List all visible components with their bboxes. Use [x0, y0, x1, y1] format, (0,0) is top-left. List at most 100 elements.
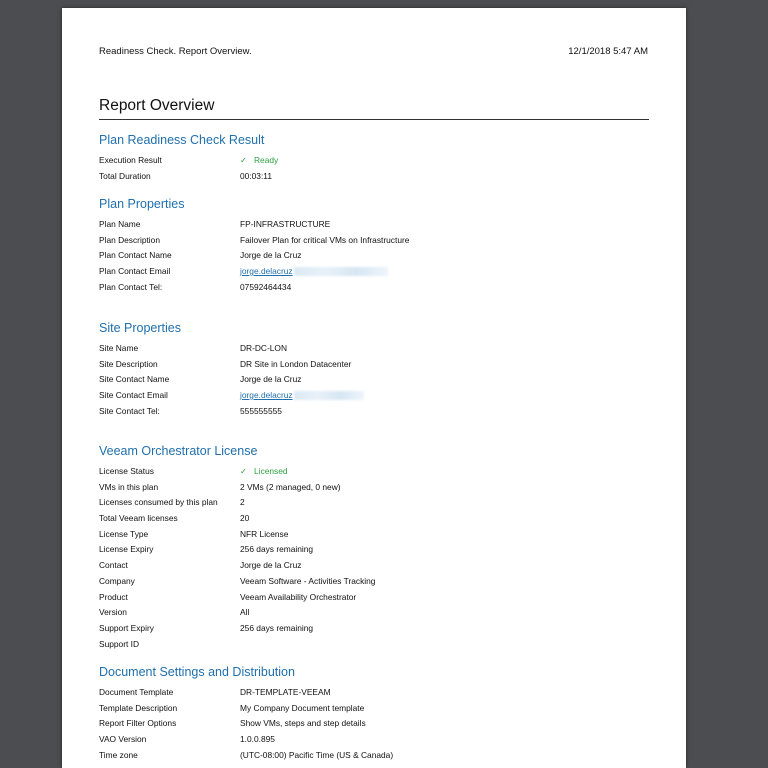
row-value: Jorge de la Cruz	[240, 250, 302, 261]
row-label: License Status	[99, 466, 154, 476]
row-label: Support ID	[99, 638, 140, 649]
table-row: Execution Result ✓ Ready	[99, 153, 659, 169]
row-value: DR-DC-LON	[240, 343, 287, 353]
table-row: Site Contact Tel: 555555555	[99, 404, 659, 420]
report-header-title: Readiness Check. Report Overview.	[99, 46, 252, 57]
site-contact-email-link[interactable]: jorge.delacruz	[240, 390, 293, 400]
table-row: Contact Jorge de la Cruz	[99, 558, 659, 574]
redacted-blur	[293, 267, 388, 277]
table-row: Plan Name FP-INFRASTRUCTURE	[99, 217, 659, 233]
row-value: 20	[240, 513, 250, 524]
table-row: Site Name DR-DC-LON	[99, 341, 659, 357]
row-label: Contact	[99, 560, 128, 571]
row-label: Version	[99, 607, 127, 618]
row-value: 07592464434	[240, 281, 292, 292]
report-page: Readiness Check. Report Overview. 12/1/2…	[62, 8, 686, 768]
report-timestamp: 12/1/2018 5:47 AM	[568, 46, 648, 57]
table-row: Report Filter Options Show VMs, steps an…	[99, 716, 659, 732]
page-header: Readiness Check. Report Overview. 12/1/2…	[99, 46, 648, 57]
row-label: Report Filter Options	[99, 718, 177, 729]
row-value: 00:03:11	[240, 170, 272, 181]
table-row: Template Description My Company Document…	[99, 701, 659, 717]
section-license: Veeam Orchestrator License License Statu…	[99, 443, 659, 652]
site-contact-email-value: jorge.delacruz	[240, 388, 364, 404]
section-site-properties: Site Properties Site Name DR-DC-LON Site…	[99, 320, 659, 419]
row-value: 555555555	[240, 405, 282, 416]
row-label: Plan Description	[99, 234, 160, 245]
row-label: Site Contact Name	[99, 374, 170, 385]
row-value: Jorge de la Cruz	[240, 374, 302, 385]
row-label: Total Veeam licenses	[99, 513, 178, 524]
row-value: 2	[240, 497, 245, 508]
row-label: Template Description	[99, 702, 178, 713]
row-label: Licenses consumed by this plan	[99, 497, 218, 508]
table-row: License Type NFR License	[99, 527, 659, 543]
row-value: Licensed	[254, 466, 288, 476]
table-row: Support Expiry 256 days remaining	[99, 621, 659, 637]
license-status-value: ✓ Licensed	[240, 464, 288, 480]
table-row: Total Duration 00:03:11	[99, 169, 659, 185]
row-label: Execution Result	[99, 155, 162, 165]
row-label: Plan Name	[99, 219, 141, 229]
row-label: Company	[99, 575, 135, 586]
table-row: Total Veeam licenses 20	[99, 511, 659, 527]
check-icon: ✓	[240, 155, 248, 165]
row-label: Site Contact Email	[99, 390, 168, 401]
plan-contact-email-link[interactable]: jorge.delacruz	[240, 266, 293, 276]
row-label: License Expiry	[99, 544, 154, 555]
row-value: Ready	[254, 155, 279, 165]
row-label: License Type	[99, 528, 149, 539]
row-value: Jorge de la Cruz	[240, 560, 302, 571]
table-row: Plan Contact Email jorge.delacruz	[99, 264, 659, 280]
row-value: (UTC-08:00) Pacific Time (US & Canada)	[240, 749, 394, 760]
section-plan-readiness: Plan Readiness Check Result Execution Re…	[99, 132, 659, 184]
row-value: DR-TEMPLATE-VEEAM	[240, 687, 331, 697]
row-label: Time zone	[99, 749, 138, 760]
row-value: FP-INFRASTRUCTURE	[240, 219, 331, 229]
section-title: Plan Readiness Check Result	[99, 133, 265, 147]
section-title: Veeam Orchestrator License	[99, 444, 258, 458]
table-row: Site Contact Email jorge.delacruz	[99, 388, 659, 404]
section-title: Site Properties	[99, 321, 181, 335]
page-title: Report Overview	[99, 97, 649, 120]
row-value: 256 days remaining	[240, 544, 314, 555]
table-row: Site Contact Name Jorge de la Cruz	[99, 372, 659, 388]
row-value: My Company Document template	[240, 702, 365, 713]
row-label: Site Contact Tel:	[99, 405, 160, 416]
row-label: Product	[99, 591, 128, 602]
row-value: All	[240, 607, 250, 618]
plan-contact-email-value: jorge.delacruz	[240, 264, 388, 280]
section-plan-properties: Plan Properties Plan Name FP-INFRASTRUCT…	[99, 196, 659, 295]
table-row: Company Veeam Software - Activities Trac…	[99, 574, 659, 590]
row-value: 1.0.0.895	[240, 734, 275, 745]
table-row: Time zone (UTC-08:00) Pacific Time (US &…	[99, 748, 659, 764]
row-value: 256 days remaining	[240, 622, 314, 633]
row-label: Site Name	[99, 343, 139, 353]
check-icon: ✓	[240, 466, 248, 476]
table-row: Site Description DR Site in London Datac…	[99, 357, 659, 373]
row-label: VAO Version	[99, 734, 147, 745]
redacted-blur	[293, 391, 364, 401]
section-title: Plan Properties	[99, 197, 185, 211]
row-label: Site Description	[99, 358, 158, 369]
table-row: Version All	[99, 605, 659, 621]
row-value: 2 VMs (2 managed, 0 new)	[240, 481, 341, 492]
table-row: Support ID	[99, 637, 659, 653]
table-row: Plan Contact Tel: 07592464434	[99, 280, 659, 296]
row-label: Support Expiry	[99, 622, 154, 633]
table-row: VMs in this plan 2 VMs (2 managed, 0 new…	[99, 480, 659, 496]
table-row: Plan Contact Name Jorge de la Cruz	[99, 248, 659, 264]
row-value: DR Site in London Datacenter	[240, 358, 352, 369]
row-value: Show VMs, steps and step details	[240, 718, 366, 729]
execution-result-value: ✓ Ready	[240, 153, 278, 169]
row-value: NFR License	[240, 528, 289, 539]
section-document-settings: Document Settings and Distribution Docum…	[99, 664, 659, 763]
table-row: Product Veeam Availability Orchestrator	[99, 590, 659, 606]
row-value: Failover Plan for critical VMs on Infras…	[240, 234, 410, 245]
section-title: Document Settings and Distribution	[99, 665, 295, 679]
row-label: VMs in this plan	[99, 481, 159, 492]
table-row: VAO Version 1.0.0.895	[99, 732, 659, 748]
row-label: Plan Contact Tel:	[99, 281, 163, 292]
row-value: Veeam Availability Orchestrator	[240, 591, 357, 602]
row-value: Veeam Software - Activities Tracking	[240, 575, 376, 586]
